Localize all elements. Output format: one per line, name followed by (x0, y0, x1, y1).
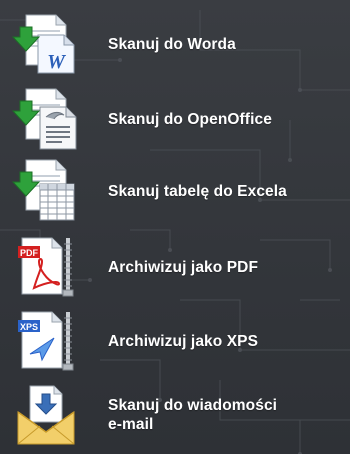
scan-menu-panel: W Skanuj do Worda Skanuj do OpenOffice S… (0, 0, 350, 454)
openoffice-document-icon (12, 84, 88, 154)
scan-to-email-button[interactable]: Skanuj do wiadomości e-mail (12, 380, 342, 450)
scan-to-openoffice-button[interactable]: Skanuj do OpenOffice (12, 84, 342, 154)
scan-to-email-label: Skanuj do wiadomości e-mail (108, 397, 278, 433)
email-envelope-icon (12, 380, 88, 450)
scan-to-word-button[interactable]: W Skanuj do Worda (12, 9, 342, 79)
scan-table-to-excel-button[interactable]: Skanuj tabelę do Excela (12, 156, 342, 226)
pdf-badge-text: PDF (20, 248, 39, 258)
xps-badge-text: XPS (20, 322, 38, 332)
word-document-icon: W (12, 9, 88, 79)
archive-as-xps-button[interactable]: XPS Archiwizuj jako XPS (12, 306, 342, 376)
scan-table-to-excel-label: Skanuj tabelę do Excela (108, 182, 287, 200)
pdf-archive-icon: PDF (12, 232, 88, 302)
archive-as-pdf-label: Archiwizuj jako PDF (108, 258, 259, 276)
scan-to-openoffice-label: Skanuj do OpenOffice (108, 110, 272, 128)
excel-spreadsheet-icon (12, 156, 88, 226)
xps-archive-icon: XPS (12, 306, 88, 376)
word-badge-letter: W (47, 51, 66, 73)
archive-as-xps-label: Archiwizuj jako XPS (108, 332, 259, 350)
archive-as-pdf-button[interactable]: PDF Archiwizuj jako PDF (12, 232, 342, 302)
scan-to-word-label: Skanuj do Worda (108, 35, 236, 53)
